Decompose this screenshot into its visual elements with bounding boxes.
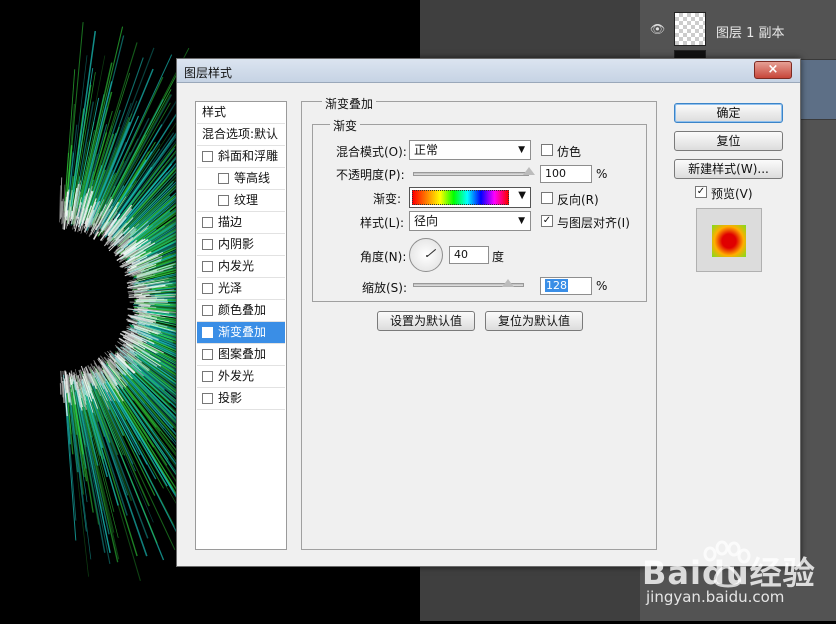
- style-item-checkbox[interactable]: [202, 305, 213, 316]
- chevron-down-icon: ▼: [518, 190, 526, 201]
- scale-input[interactable]: 128: [540, 277, 592, 295]
- gradient-style-value: 径向: [414, 214, 438, 228]
- blend-options-item[interactable]: 混合选项:默认: [197, 124, 285, 146]
- chevron-down-icon: ▼: [518, 212, 525, 230]
- scale-slider-thumb[interactable]: [502, 279, 514, 287]
- scale-label: 缩放(S):: [362, 279, 407, 296]
- style-item[interactable]: 等高线: [197, 168, 285, 190]
- align-with-layer-label: 与图层对齐(I): [557, 214, 630, 231]
- new-style-button[interactable]: 新建样式(W)...: [674, 159, 783, 179]
- blend-mode-label: 混合模式(O):: [336, 143, 407, 160]
- layer-name: 图层 1 副本: [716, 22, 785, 41]
- watermark-url: jingyan.baidu.com: [646, 588, 784, 606]
- reverse-label: 反向(R): [557, 191, 599, 208]
- style-item-checkbox[interactable]: [218, 173, 229, 184]
- style-item-label: 纹理: [234, 190, 258, 210]
- style-item[interactable]: ✓ 渐变叠加: [197, 322, 285, 344]
- style-item[interactable]: 内发光: [197, 256, 285, 278]
- dialog-title: 图层样式: [184, 64, 232, 81]
- style-item-label: 光泽: [218, 278, 242, 298]
- styles-header: 样式: [202, 105, 226, 119]
- style-item-checkbox[interactable]: [202, 349, 213, 360]
- dialog-titlebar[interactable]: 图层样式 ×: [177, 59, 800, 83]
- section-title: 渐变叠加: [322, 95, 376, 112]
- style-item-checkbox[interactable]: ✓: [202, 327, 213, 338]
- style-item-checkbox[interactable]: [202, 261, 213, 272]
- style-item[interactable]: 投影: [197, 388, 285, 410]
- style-item-checkbox[interactable]: [202, 283, 213, 294]
- style-item-label: 斜面和浮雕: [218, 146, 278, 166]
- style-item-checkbox[interactable]: [202, 393, 213, 404]
- style-item-checkbox[interactable]: [202, 217, 213, 228]
- set-default-button[interactable]: 设置为默认值: [377, 311, 475, 331]
- preview-swatch: [712, 225, 746, 257]
- dither-checkbox[interactable]: [541, 144, 553, 156]
- style-item-label: 描边: [218, 212, 242, 232]
- style-item-label: 渐变叠加: [218, 322, 266, 342]
- style-item-label: 内阴影: [218, 234, 254, 254]
- style-item[interactable]: 斜面和浮雕: [197, 146, 285, 168]
- blend-mode-select[interactable]: 正常 ▼: [409, 140, 531, 160]
- opacity-slider-track[interactable]: [413, 172, 529, 176]
- style-item-checkbox[interactable]: [218, 195, 229, 206]
- angle-dial-icon[interactable]: [409, 238, 443, 272]
- angle-label: 角度(N):: [360, 248, 406, 265]
- style-item-checkbox[interactable]: [202, 151, 213, 162]
- baidu-watermark: Baidu经验 jingyan.baidu.com: [636, 540, 836, 621]
- style-item-label: 颜色叠加: [218, 300, 266, 320]
- scale-value: 128: [545, 279, 568, 292]
- reset-default-button[interactable]: 复位为默认值: [485, 311, 583, 331]
- style-item-label: 图案叠加: [218, 344, 266, 364]
- style-item-label: 投影: [218, 388, 242, 408]
- reverse-checkbox[interactable]: [541, 192, 553, 204]
- group-title: 渐变: [330, 117, 360, 134]
- opacity-slider-thumb[interactable]: [523, 167, 535, 175]
- chevron-down-icon: ▼: [518, 141, 525, 159]
- blend-options-label: 混合选项:默认: [202, 127, 278, 141]
- layer-row[interactable]: 👁 图层 1 副本: [640, 0, 836, 60]
- layer-style-dialog: 图层样式 × 样式 混合选项:默认 斜面和浮雕等高线纹理描边内阴影内发光光泽颜色…: [176, 58, 801, 567]
- opacity-label: 不透明度(P):: [336, 166, 405, 183]
- gradient-picker[interactable]: ▼: [409, 187, 531, 208]
- style-item[interactable]: 外发光: [197, 366, 285, 388]
- style-item[interactable]: 图案叠加: [197, 344, 285, 366]
- layer-thumbnail: [674, 12, 706, 46]
- style-item-label: 外发光: [218, 366, 254, 386]
- reset-button[interactable]: 复位: [674, 131, 783, 151]
- ok-button[interactable]: 确定: [674, 103, 783, 123]
- style-preview: [696, 208, 762, 272]
- dither-label: 仿色: [557, 143, 581, 160]
- gradient-style-select[interactable]: 径向 ▼: [409, 211, 531, 231]
- opacity-percent: %: [596, 167, 607, 181]
- style-item[interactable]: 描边: [197, 212, 285, 234]
- style-item[interactable]: 颜色叠加: [197, 300, 285, 322]
- gradient-swatch: [412, 190, 509, 205]
- style-item[interactable]: 光泽: [197, 278, 285, 300]
- angle-input[interactable]: 40: [449, 246, 489, 264]
- gradient-label: 渐变:: [373, 190, 401, 207]
- close-button[interactable]: ×: [754, 61, 792, 79]
- preview-checkbox[interactable]: ✓: [695, 186, 707, 198]
- angle-unit: 度: [492, 248, 504, 265]
- angle-dial-needle: [427, 249, 436, 257]
- style-label: 样式(L):: [360, 214, 404, 231]
- style-item[interactable]: 纹理: [197, 190, 285, 212]
- style-item-label: 内发光: [218, 256, 254, 276]
- style-list: 样式 混合选项:默认 斜面和浮雕等高线纹理描边内阴影内发光光泽颜色叠加 ✓ 渐变叠加…: [195, 101, 287, 550]
- scale-percent: %: [596, 279, 607, 293]
- style-item-checkbox[interactable]: [202, 371, 213, 382]
- opacity-input[interactable]: 100: [540, 165, 592, 183]
- eye-icon[interactable]: 👁: [650, 22, 664, 36]
- blend-mode-value: 正常: [414, 143, 438, 157]
- style-item[interactable]: 内阴影: [197, 234, 285, 256]
- preview-label: 预览(V): [711, 185, 753, 202]
- style-list-header[interactable]: 样式: [197, 102, 285, 124]
- align-with-layer-checkbox[interactable]: ✓: [541, 215, 553, 227]
- style-item-checkbox[interactable]: [202, 239, 213, 250]
- style-item-label: 等高线: [234, 168, 270, 188]
